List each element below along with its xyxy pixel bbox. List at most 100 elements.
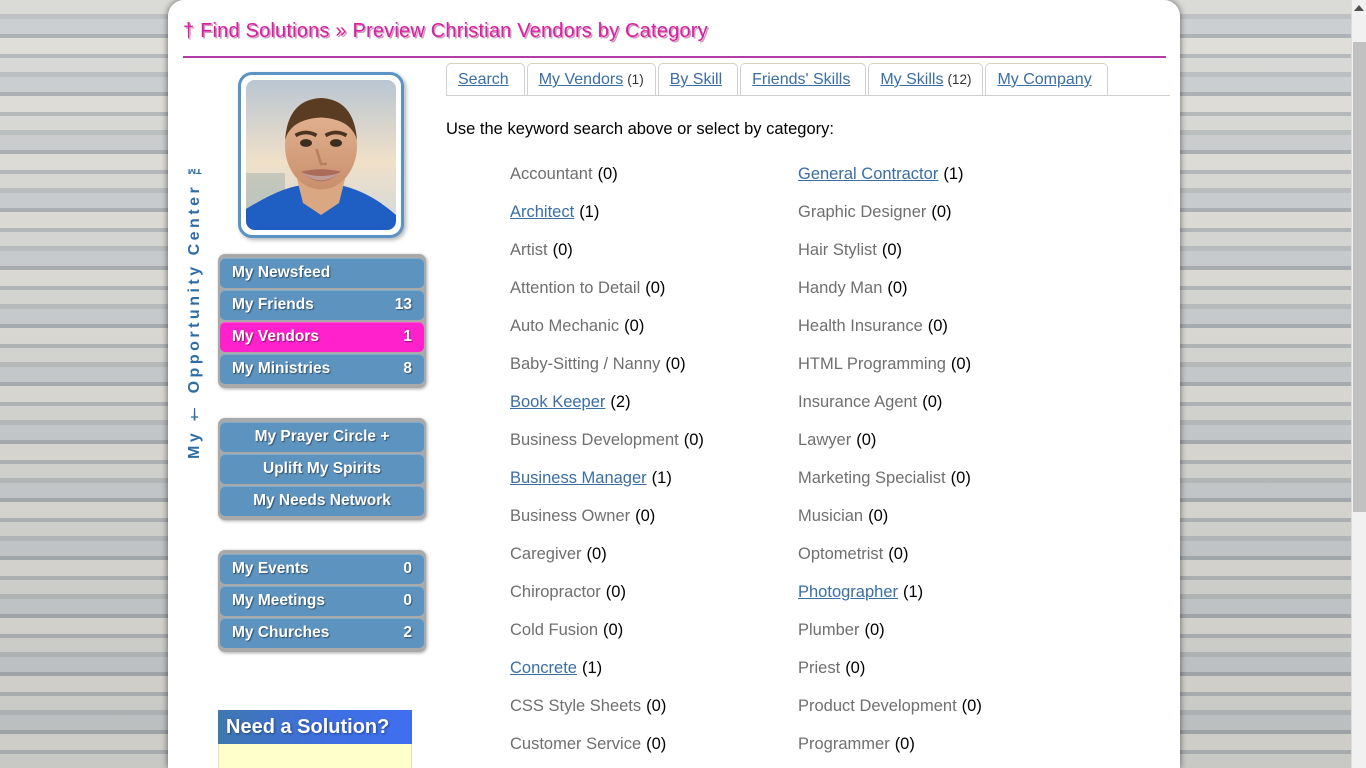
category-item-health-insurance: Health Insurance (0)	[798, 307, 1170, 345]
category-count: (0)	[605, 582, 626, 601]
tab-by-skill[interactable]: By Skill	[657, 63, 739, 95]
category-link[interactable]: Photographer	[798, 583, 898, 602]
category-item-html-programming: HTML Programming (0)	[798, 345, 1170, 383]
category-count: (0)	[683, 430, 704, 449]
category-count: (0)	[646, 734, 667, 753]
avatar-photo	[246, 80, 396, 230]
category-count: (0)	[856, 430, 877, 449]
category-count: (0)	[931, 202, 952, 221]
nav-item-my-newsfeed[interactable]: My Newsfeed	[220, 258, 424, 288]
category-label: Priest	[798, 658, 841, 677]
category-label: Artist	[510, 240, 548, 259]
scrollbar-thumb[interactable]	[1353, 42, 1366, 512]
category-label: Health Insurance	[798, 316, 923, 335]
category-item-programmer: Programmer (0)	[798, 725, 1170, 763]
scrollbar-track[interactable]	[1352, 16, 1366, 768]
tab-my-company[interactable]: My Company	[985, 63, 1108, 95]
category-link[interactable]: Book Keeper	[510, 393, 605, 412]
nav-item-label: My Ministries	[232, 360, 331, 377]
category-label: Chiropractor	[510, 582, 601, 601]
nav-item-my-churches[interactable]: My Churches 2	[220, 618, 424, 648]
category-link[interactable]: Concrete	[510, 659, 577, 678]
nav-item-label: My Prayer Circle +	[254, 428, 390, 445]
nav-item-label: My Meetings	[232, 592, 326, 609]
category-label: Programmer	[798, 734, 890, 753]
category-label: Lawyer	[798, 430, 852, 449]
category-item-marketing-specialist: Marketing Specialist (0)	[798, 459, 1170, 497]
category-item-business-manager[interactable]: Business Manager (1)	[510, 459, 798, 497]
category-item-hair-stylist: Hair Stylist (0)	[798, 231, 1170, 269]
nav-item-count: 13	[394, 296, 412, 313]
tab-friends-skills[interactable]: Friends' Skills	[740, 63, 867, 95]
nav-item-uplift-my-spirits[interactable]: Uplift My Spirits	[220, 454, 424, 484]
nav-item-my-vendors[interactable]: My Vendors 1	[220, 322, 424, 352]
category-count: (0)	[603, 620, 624, 639]
category-item-concrete[interactable]: Concrete (1)	[510, 649, 798, 687]
avatar[interactable]	[238, 72, 404, 238]
category-count: (1)	[581, 658, 603, 677]
category-item-auto-mechanic: Auto Mechanic (0)	[510, 307, 798, 345]
nav-item-label: Uplift My Spirits	[263, 460, 381, 477]
category-label: Attention to Detail	[510, 278, 641, 297]
tab-my-vendors[interactable]: My Vendors (1)	[526, 63, 656, 95]
nav-item-my-ministries[interactable]: My Ministries 8	[220, 354, 424, 384]
category-link[interactable]: Architect	[510, 203, 574, 222]
category-count: (0)	[922, 392, 943, 411]
category-count: (0)	[868, 506, 889, 525]
category-count: (0)	[624, 316, 645, 335]
category-item-architect[interactable]: Architect (1)	[510, 193, 798, 231]
nav-item-count: 0	[403, 592, 412, 609]
nav-item-my-meetings[interactable]: My Meetings 0	[220, 586, 424, 616]
category-item-book-keeper[interactable]: Book Keeper (2)	[510, 383, 798, 421]
need-a-solution-title[interactable]: Need a Solution?	[218, 710, 412, 744]
category-item-cold-fusion: Cold Fusion (0)	[510, 611, 798, 649]
nav-item-my-friends[interactable]: My Friends 13	[220, 290, 424, 320]
category-count: (0)	[552, 240, 573, 259]
avatar-portrait-icon	[246, 80, 396, 230]
category-count: (0)	[845, 658, 866, 677]
vertical-scrollbar[interactable]	[1351, 0, 1366, 768]
category-count: (0)	[665, 354, 686, 373]
tab-search[interactable]: Search	[446, 63, 525, 95]
category-label: Handy Man	[798, 278, 883, 297]
category-item-business-owner: Business Owner (0)	[510, 497, 798, 535]
category-link[interactable]: General Contractor	[798, 165, 938, 184]
nav-item-my-events[interactable]: My Events 0	[220, 554, 424, 584]
tab-label: By Skill	[669, 71, 723, 88]
tab-label: My Company	[997, 71, 1092, 88]
page-header: † Find Solutions » Preview Christian Ven…	[183, 20, 1166, 58]
category-item-insurance-agent: Insurance Agent (0)	[798, 383, 1170, 421]
nav-item-count: 0	[403, 560, 412, 577]
category-count: (0)	[597, 164, 618, 183]
category-item-accountant: Accountant (0)	[510, 155, 798, 193]
category-item-general-contractor[interactable]: General Contractor (1)	[798, 155, 1170, 193]
nav-item-my-prayer-circle[interactable]: My Prayer Circle +	[220, 422, 424, 452]
category-item-chiropractor: Chiropractor (0)	[510, 573, 798, 611]
need-a-solution-panel: Need a Solution?	[218, 710, 412, 768]
tab-label: My Vendors	[538, 71, 624, 88]
category-item-attention-to-detail: Attention to Detail (0)	[510, 269, 798, 307]
page-title: † Find Solutions » Preview Christian Ven…	[183, 20, 708, 42]
category-count: (0)	[888, 544, 909, 563]
tab-my-skills[interactable]: My Skills (12)	[868, 63, 984, 95]
nav-item-label: My Newsfeed	[232, 264, 331, 281]
nav-item-count: 1	[403, 328, 412, 345]
category-count: (0)	[881, 240, 903, 259]
tab-label: Search	[458, 71, 509, 88]
category-item-photographer[interactable]: Photographer (1)	[798, 573, 1170, 611]
category-count: (1)	[903, 582, 924, 601]
category-label: CSS Style Sheets	[510, 696, 642, 715]
nav-item-my-needs-network[interactable]: My Needs Network	[220, 486, 424, 516]
main-content: Search My Vendors (1) By Skill Friends' …	[446, 62, 1170, 768]
category-label: Marketing Specialist	[798, 468, 946, 487]
category-count: (0)	[927, 316, 948, 335]
category-label: Cold Fusion	[510, 620, 599, 639]
category-link[interactable]: Business Manager	[510, 469, 647, 488]
category-count: (1)	[651, 468, 672, 487]
scroll-up-arrow-icon[interactable]	[1352, 0, 1366, 16]
tab-label: Friends' Skills	[752, 71, 851, 88]
category-label: Business Owner	[510, 506, 631, 525]
need-a-solution-body	[218, 744, 412, 768]
tab-count: (1)	[627, 72, 644, 87]
category-item-optometrist: Optometrist (0)	[798, 535, 1170, 573]
